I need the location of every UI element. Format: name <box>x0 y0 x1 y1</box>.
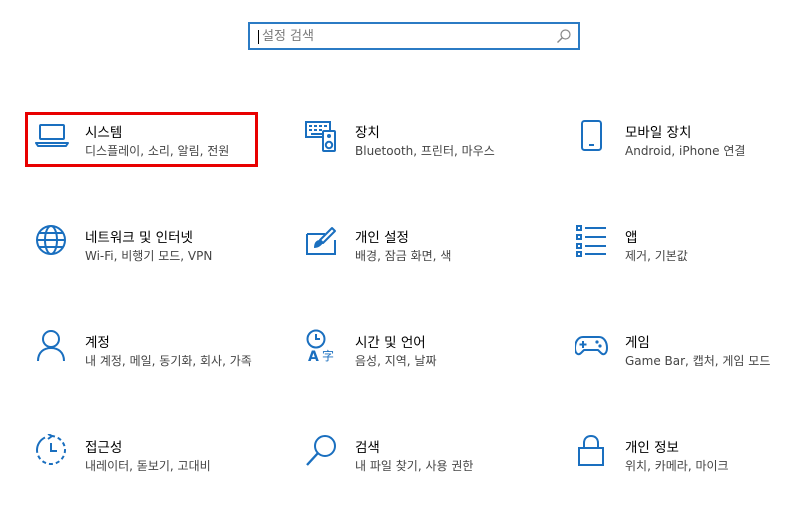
tile-description: 제거, 기본값 <box>625 249 688 263</box>
tile-description: 내 계정, 메일, 동기화, 회사, 가족 <box>85 354 252 368</box>
lock-icon <box>575 434 609 468</box>
paintbrush-icon <box>305 224 339 258</box>
phone-icon <box>575 119 609 153</box>
tile-devices[interactable]: 장치 Bluetooth, 프린터, 마우스 <box>305 119 535 179</box>
apps-list-icon <box>575 224 609 258</box>
time-language-icon: A 字 <box>305 329 339 363</box>
tile-system[interactable]: 시스템 디스플레이, 소리, 알림, 전원 <box>35 119 265 179</box>
text-caret <box>258 30 259 44</box>
gamepad-icon <box>575 329 609 363</box>
svg-text:A: A <box>308 349 319 363</box>
svg-text:字: 字 <box>322 348 334 363</box>
tile-description: Android, iPhone 연결 <box>625 144 746 158</box>
tile-privacy[interactable]: 개인 정보 위치, 카메라, 마이크 <box>575 434 791 494</box>
magnifier-icon <box>305 434 339 468</box>
tile-description: 배경, 잠금 화면, 색 <box>355 249 452 263</box>
tile-apps[interactable]: 앱 제거, 기본값 <box>575 224 791 284</box>
devices-icon <box>305 119 339 153</box>
tile-description: 내레이터, 돋보기, 고대비 <box>85 459 211 473</box>
tile-title: 개인 설정 <box>355 230 409 246</box>
tile-search[interactable]: 검색 내 파일 찾기, 사용 권한 <box>305 434 535 494</box>
tile-gaming[interactable]: 게임 Game Bar, 캡처, 게임 모드 <box>575 329 791 389</box>
tile-description: 위치, 카메라, 마이크 <box>625 459 729 473</box>
tile-description: 디스플레이, 소리, 알림, 전원 <box>85 144 230 158</box>
search-box[interactable] <box>248 22 580 50</box>
tile-title: 장치 <box>355 125 380 141</box>
laptop-icon <box>35 119 69 153</box>
tile-title: 앱 <box>625 230 638 246</box>
tile-description: Bluetooth, 프린터, 마우스 <box>355 144 495 158</box>
tile-accessibility[interactable]: 접근성 내레이터, 돋보기, 고대비 <box>35 434 265 494</box>
tile-title: 개인 정보 <box>625 440 679 456</box>
accessibility-icon <box>35 434 69 468</box>
tile-network[interactable]: 네트워크 및 인터넷 Wi-Fi, 비행기 모드, VPN <box>35 224 265 284</box>
tile-title: 계정 <box>85 335 110 351</box>
tile-mobile-devices[interactable]: 모바일 장치 Android, iPhone 연결 <box>575 119 791 179</box>
tile-description: Wi-Fi, 비행기 모드, VPN <box>85 249 213 263</box>
tile-title: 게임 <box>625 335 650 351</box>
tile-title: 시스템 <box>85 125 123 141</box>
tile-title: 시간 및 언어 <box>355 335 426 351</box>
person-icon <box>35 329 69 363</box>
tile-description: 내 파일 찾기, 사용 권한 <box>355 459 474 473</box>
settings-home: 시스템 디스플레이, 소리, 알림, 전원 장치 Bluetooth, 프린터,… <box>0 0 791 509</box>
tile-title: 모바일 장치 <box>625 125 692 141</box>
tile-accounts[interactable]: 계정 내 계정, 메일, 동기화, 회사, 가족 <box>35 329 265 389</box>
search-input[interactable] <box>262 26 552 46</box>
tile-description: Game Bar, 캡처, 게임 모드 <box>625 354 771 368</box>
search-icon[interactable] <box>556 28 572 44</box>
tile-title: 접근성 <box>85 440 123 456</box>
tile-title: 검색 <box>355 440 380 456</box>
globe-icon <box>35 224 69 258</box>
tile-title: 네트워크 및 인터넷 <box>85 230 193 246</box>
tile-time-language[interactable]: A 字 시간 및 언어 음성, 지역, 날짜 <box>305 329 535 389</box>
tile-personalization[interactable]: 개인 설정 배경, 잠금 화면, 색 <box>305 224 535 284</box>
tile-description: 음성, 지역, 날짜 <box>355 354 437 368</box>
